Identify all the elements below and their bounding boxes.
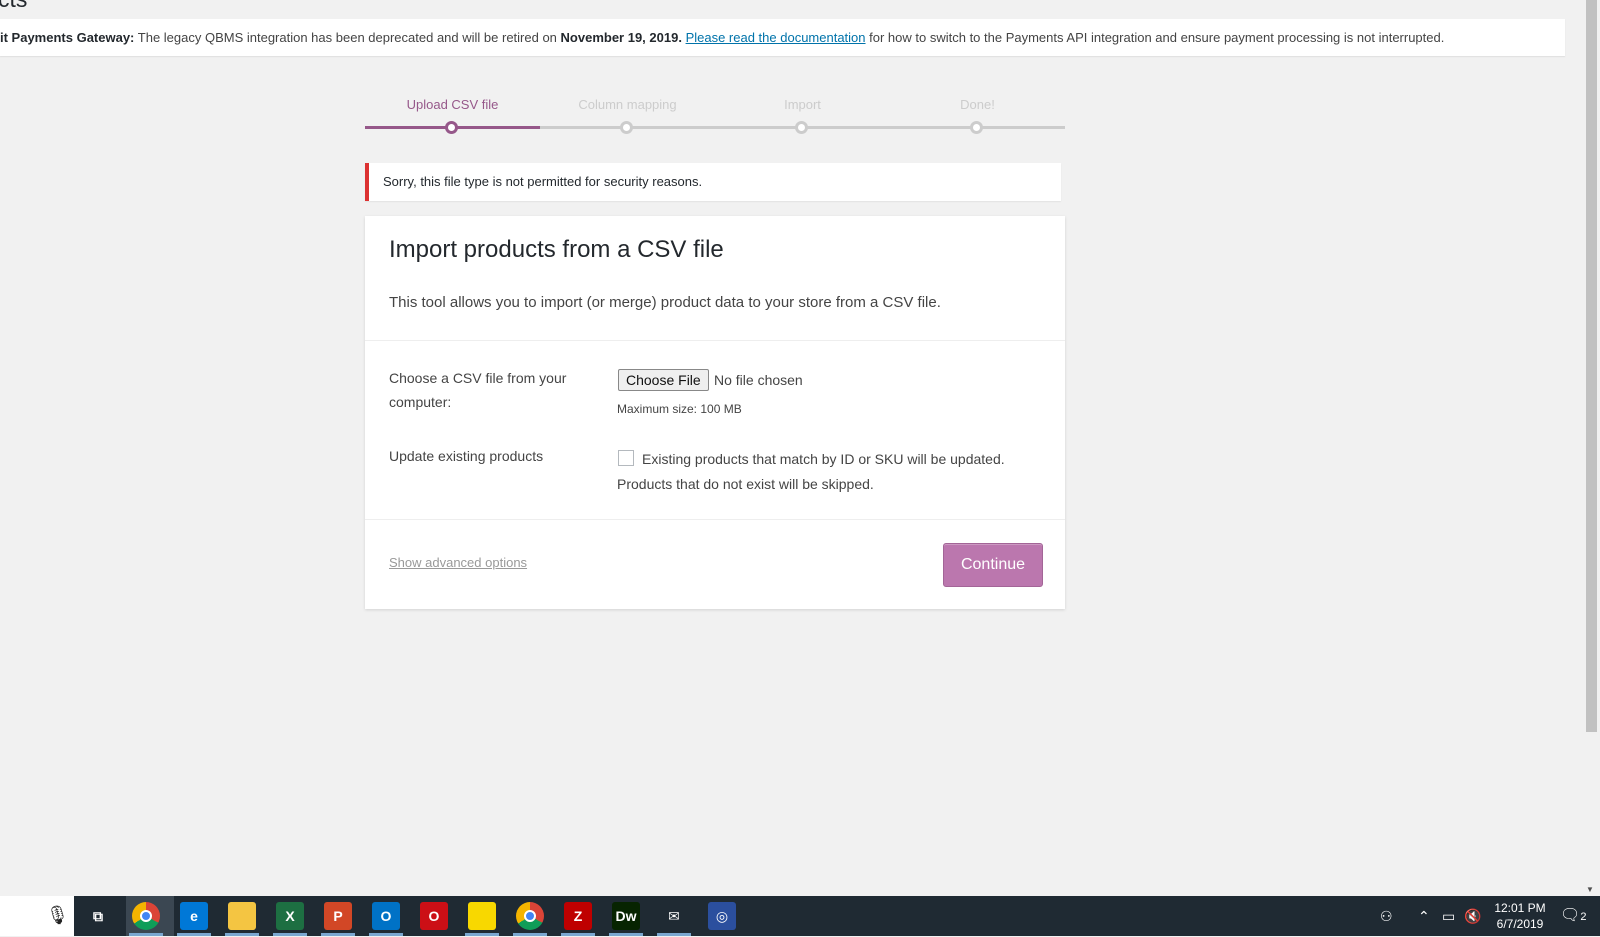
step-import: Import bbox=[715, 97, 890, 134]
file-field-label: Choose a CSV file from your computer: bbox=[389, 370, 567, 410]
cortana-search[interactable]: 🎙 bbox=[0, 896, 74, 936]
page-title: cts bbox=[0, 0, 27, 13]
mail-icon[interactable]: ✉ bbox=[660, 902, 688, 930]
notice-date: November 19, 2019. bbox=[560, 30, 682, 45]
show-hidden-icons-icon[interactable]: ⌃ bbox=[1418, 896, 1430, 936]
notice-text: The legacy QBMS integration has been dep… bbox=[134, 30, 561, 45]
page-scrollbar[interactable]: ▼ bbox=[1583, 0, 1600, 896]
notice-text-after: for how to switch to the Payments API in… bbox=[865, 30, 1445, 45]
step-dot bbox=[795, 121, 808, 134]
step-dot bbox=[620, 121, 633, 134]
microphone-icon: 🎙 bbox=[46, 905, 69, 925]
task-view-icon[interactable]: ⧉ bbox=[84, 902, 112, 930]
payments-gateway-notice: it Payments Gateway: The legacy QBMS int… bbox=[0, 19, 1565, 56]
update-existing-description: Existing products that match by ID or SK… bbox=[617, 451, 1005, 492]
powerpoint-icon[interactable]: P bbox=[324, 902, 352, 930]
notification-count: 2 bbox=[1580, 911, 1587, 923]
step-label: Done! bbox=[960, 97, 995, 112]
show-advanced-options-link[interactable]: Show advanced options bbox=[389, 555, 527, 570]
app-circle-icon[interactable]: ◎ bbox=[708, 902, 736, 930]
import-steps: Upload CSV file Column mapping Import Do… bbox=[365, 97, 1065, 137]
step-column-mapping: Column mapping bbox=[540, 97, 715, 134]
notice-prefix: it Payments Gateway: bbox=[0, 30, 135, 45]
form-description: This tool allows you to import (or merge… bbox=[389, 294, 941, 311]
divider bbox=[365, 519, 1065, 520]
edge-icon[interactable]: e bbox=[180, 902, 208, 930]
chrome-2-icon[interactable] bbox=[516, 902, 544, 930]
outlook-icon[interactable]: O bbox=[372, 902, 400, 930]
form-title: Import products from a CSV file bbox=[389, 236, 724, 263]
volume-muted-icon[interactable]: 🔇 bbox=[1464, 896, 1481, 936]
divider bbox=[365, 340, 1065, 341]
step-upload-csv: Upload CSV file bbox=[365, 97, 540, 134]
step-label: Upload CSV file bbox=[406, 97, 499, 112]
step-done: Done! bbox=[890, 97, 1065, 134]
opera-icon[interactable]: O bbox=[420, 902, 448, 930]
error-notice: Sorry, this file type is not permitted f… bbox=[365, 163, 1061, 201]
update-existing-checkbox[interactable] bbox=[618, 450, 634, 466]
windows-taskbar: 🎙 ⧉ e X P O O Z Dw ✉ ◎ ⚇ ⌃ ▭ 🔇 12:01 PM 6/7/2019 … bbox=[0, 896, 1600, 936]
step-label: Column mapping bbox=[578, 97, 677, 112]
step-dot bbox=[445, 121, 458, 134]
file-status: No file chosen bbox=[714, 372, 803, 388]
system-clock[interactable]: 12:01 PM 6/7/2019 bbox=[1492, 900, 1548, 932]
max-size-hint: Maximum size: 100 MB bbox=[617, 402, 742, 416]
file-explorer-icon[interactable] bbox=[228, 902, 256, 930]
clock-date: 6/7/2019 bbox=[1496, 917, 1544, 931]
action-center-icon[interactable]: 🗨2 bbox=[1560, 896, 1586, 936]
action-center-glyph: 🗨 bbox=[1560, 907, 1581, 924]
filezilla-icon[interactable]: Z bbox=[564, 902, 592, 930]
network-icon[interactable]: ▭ bbox=[1442, 896, 1455, 936]
step-label: Import bbox=[784, 97, 821, 112]
sticky-notes-icon[interactable] bbox=[468, 902, 496, 930]
import-form-card: Import products from a CSV file This too… bbox=[365, 216, 1065, 609]
documentation-link[interactable]: Please read the documentation bbox=[686, 30, 866, 45]
scroll-down-arrow-icon[interactable]: ▼ bbox=[1586, 885, 1594, 894]
update-existing-label: Update existing products bbox=[389, 448, 544, 464]
chrome-icon[interactable] bbox=[132, 902, 160, 930]
excel-icon[interactable]: X bbox=[276, 902, 304, 930]
scrollbar-thumb[interactable] bbox=[1586, 0, 1597, 732]
continue-button[interactable]: Continue bbox=[943, 543, 1043, 587]
dreamweaver-icon[interactable]: Dw bbox=[612, 902, 640, 930]
choose-file-button[interactable]: Choose File bbox=[618, 369, 709, 391]
clock-time: 12:01 PM bbox=[1494, 901, 1546, 915]
step-dot bbox=[970, 121, 983, 134]
people-icon[interactable]: ⚇ bbox=[1380, 896, 1393, 936]
